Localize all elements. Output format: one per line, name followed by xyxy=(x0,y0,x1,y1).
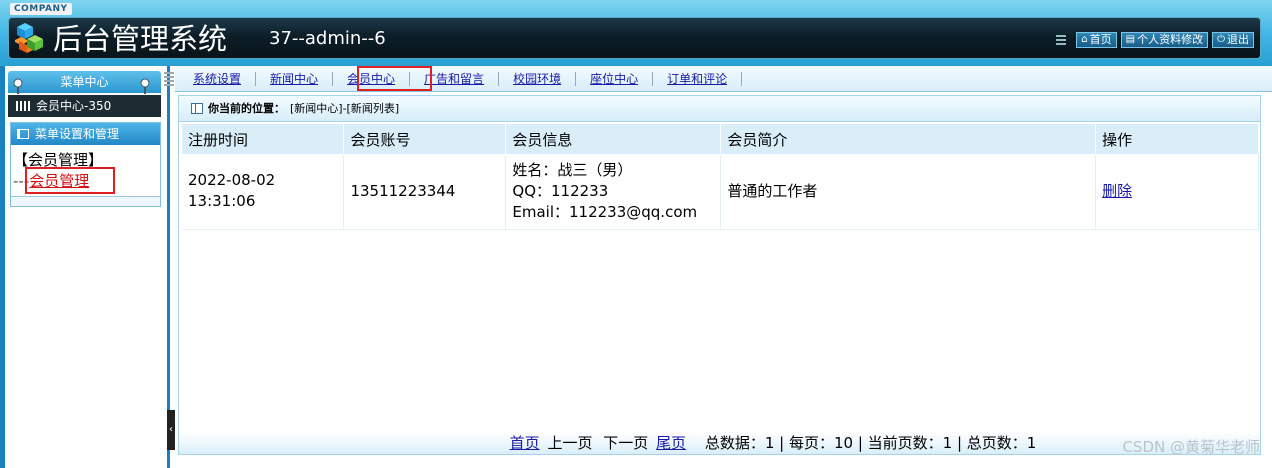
intro-cell: 普通的工作者 xyxy=(720,154,1097,230)
member-management-row: ---会员管理 xyxy=(11,167,160,194)
menu-settings-box: 菜单设置和管理 【会员管理】 ---会员管理 xyxy=(10,122,161,207)
header-banner: 后台管理系统 37--admin--6 ⌂ 首页 ▤ 个人资料修改 ⏻ 退出 xyxy=(8,17,1261,59)
pin-icon xyxy=(13,78,23,94)
grip-icon xyxy=(1056,35,1067,45)
top-button-group: ⌂ 首页 ▤ 个人资料修改 ⏻ 退出 xyxy=(1056,32,1254,48)
home-button[interactable]: ⌂ 首页 xyxy=(1076,32,1117,48)
app-header: COMPANY 后台管理系统 37--admin--6 ⌂ 首页 ▤ 个人资料修… xyxy=(0,0,1272,66)
pagination-summary: 总数据：1 | 每页：10 | 当前页数：1 | 总页数：1 xyxy=(704,434,1037,452)
power-icon: ⏻ xyxy=(1217,34,1225,45)
action-cell: 删除 xyxy=(1095,154,1259,230)
menu-settings-title: 菜单设置和管理 xyxy=(35,127,120,141)
column-header: 会员信息 xyxy=(505,124,722,154)
logout-button[interactable]: ⏻ 退出 xyxy=(1212,32,1254,48)
pagination: 首页 上一页 下一页 尾页 总数据：1 | 每页：10 | 当前页数：1 | 总… xyxy=(179,432,1260,454)
highlight-box xyxy=(25,167,115,194)
tab-system-settings[interactable]: 系统设置 xyxy=(179,72,257,86)
tab-campus-environment[interactable]: 校园环境 xyxy=(499,72,577,86)
edit-profile-label: 个人资料修改 xyxy=(1137,33,1204,46)
reg-date: 2022-08-02 xyxy=(188,171,276,190)
document-icon: ▤ xyxy=(1125,34,1136,45)
collapse-sidebar-handle[interactable]: ‹ xyxy=(167,410,175,450)
tab-orders-reviews[interactable]: 订单和评论 xyxy=(653,72,743,86)
info-qq: QQ：112233 xyxy=(512,181,609,200)
info-cell: 姓名：战三（男） QQ：112233 Email：112233@qq.com xyxy=(505,154,722,230)
breadcrumb-path: [新闻中心]-[新闻列表] xyxy=(290,101,400,115)
reg-time: 13:31:06 xyxy=(188,192,256,211)
active-tab-highlight xyxy=(357,66,432,91)
grid-icon xyxy=(16,101,30,111)
column-header: 会员账号 xyxy=(343,124,507,154)
breadcrumb: 你当前的位置： [新闻中心]-[新闻列表] xyxy=(179,96,1260,122)
cubes-logo-icon xyxy=(15,23,43,53)
delete-link[interactable]: 删除 xyxy=(1102,182,1132,200)
system-title: 后台管理系统 xyxy=(53,22,228,56)
account-cell: 13511223344 xyxy=(343,154,507,230)
column-header: 注册时间 xyxy=(182,124,345,154)
edit-profile-button[interactable]: ▤ 个人资料修改 xyxy=(1120,32,1209,48)
member-center-label: 会员中心-350 xyxy=(36,99,112,113)
prev-page-link[interactable]: 上一页 xyxy=(547,434,592,452)
info-email: Email：112233@qq.com xyxy=(512,202,698,221)
member-center-header[interactable]: 会员中心-350 xyxy=(8,95,161,117)
column-header: 会员简介 xyxy=(720,124,1097,154)
table-header-row: 注册时间 会员账号 会员信息 会员简介 操作 xyxy=(182,124,1259,154)
user-id-label: 37--admin--6 xyxy=(269,28,386,49)
watermark: CSDN @黄菊华老师 xyxy=(1122,438,1260,456)
main-content: 你当前的位置： [新闻中心]-[新闻列表] 注册时间 会员账号 会员信息 会员简… xyxy=(178,95,1261,455)
first-page-link[interactable]: 首页 xyxy=(510,434,540,452)
member-table: 注册时间 会员账号 会员信息 会员简介 操作 2022-08-02 13:31:… xyxy=(182,124,1259,230)
home-icon: ⌂ xyxy=(1081,34,1088,45)
reg-time-cell: 2022-08-02 13:31:06 xyxy=(182,154,345,230)
last-page-link[interactable]: 尾页 xyxy=(656,434,686,452)
table-row: 2022-08-02 13:31:06 13511223344 姓名：战三（男）… xyxy=(182,154,1259,230)
company-logo-text: COMPANY xyxy=(10,3,72,15)
breadcrumb-label: 你当前的位置： xyxy=(208,101,285,115)
menu-settings-header[interactable]: 菜单设置和管理 xyxy=(11,123,160,145)
home-button-label: 首页 xyxy=(1089,33,1112,46)
menu-divider xyxy=(11,196,160,206)
nav-tabs: 系统设置 新闻中心 会员中心 广告和留言 校园环境 座位中心 订单和评论 xyxy=(179,66,743,92)
next-page-link[interactable]: 下一页 xyxy=(603,434,648,452)
book-icon xyxy=(17,129,29,139)
top-nav: 系统设置 新闻中心 会员中心 广告和留言 校园环境 座位中心 订单和评论 xyxy=(164,66,1272,92)
grip-icon xyxy=(164,72,174,86)
location-icon xyxy=(191,103,203,114)
tab-seat-center[interactable]: 座位中心 xyxy=(576,72,654,86)
info-name: 姓名：战三（男） xyxy=(512,160,633,179)
pin-icon xyxy=(140,78,150,94)
column-header: 操作 xyxy=(1095,124,1259,154)
tab-news-center[interactable]: 新闻中心 xyxy=(256,72,334,86)
logout-label: 退出 xyxy=(1227,33,1249,46)
